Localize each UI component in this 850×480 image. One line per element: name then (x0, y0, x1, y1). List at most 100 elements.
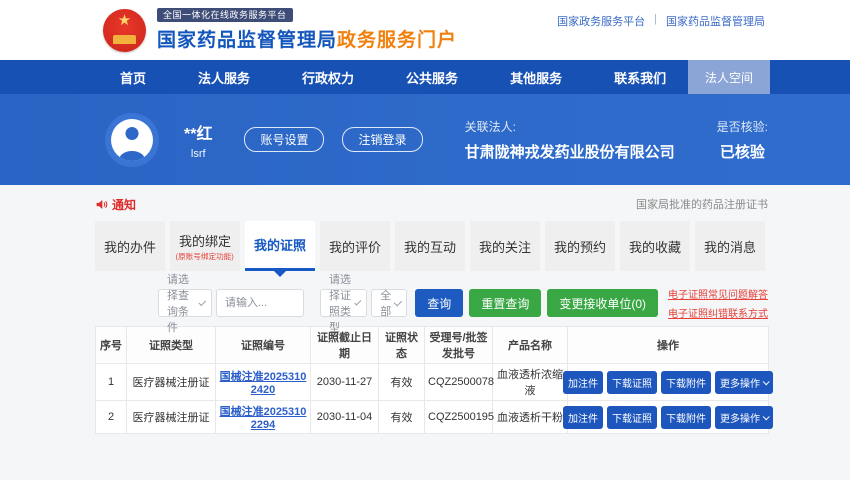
cell-accept-no: CQZ2500078 (425, 364, 493, 401)
verify-label: 是否核验: (717, 118, 768, 135)
national-emblem-logo: ★ (103, 9, 146, 52)
tab-my-binding-subtitle: (原账号绑定功能) (176, 252, 234, 261)
avatar-person-icon (111, 119, 153, 161)
tab-my-favorites[interactable]: 我的收藏 (620, 221, 690, 271)
change-receiver-button[interactable]: 变更接收单位(0) (547, 289, 658, 317)
nav-item-legal-services[interactable]: 法人服务 (198, 60, 250, 94)
more-actions-button[interactable]: 更多操作 (715, 406, 773, 429)
account-settings-button[interactable]: 账号设置 (244, 127, 324, 152)
add-note-button[interactable]: 加注件 (563, 371, 603, 394)
cert-type-select[interactable]: 请选择证照类型 (320, 289, 367, 317)
notice-right-text[interactable]: 国家局批准的药品注册证书 (636, 196, 768, 212)
speaker-icon (95, 198, 108, 211)
chevron-down-icon (355, 298, 362, 305)
user-id: lsrf (184, 148, 212, 160)
user-avatar[interactable] (105, 113, 159, 167)
cell-actions: 加注件 下载证照 下载附件 更多操作 (568, 364, 769, 401)
page: ★ 全国一体化在线政务服务平台 国家药品监督管理局政务服务门户 国家政务服务平台… (0, 0, 850, 480)
certificate-number-link[interactable]: 国械注准20253102420 (220, 371, 307, 396)
download-cert-button[interactable]: 下载证照 (607, 406, 657, 429)
platform-badge: 全国一体化在线政务服务平台 (157, 8, 293, 22)
tab-my-follows[interactable]: 我的关注 (470, 221, 540, 271)
user-name-block: **红 lsrf (184, 120, 212, 160)
verify-block: 是否核验: 已核验 (717, 118, 768, 162)
tab-my-certificates[interactable]: 我的证照 (245, 221, 315, 271)
col-header-no: 序号 (96, 327, 127, 364)
tab-my-reviews[interactable]: 我的评价 (320, 221, 390, 271)
main-nav: 首页 法人服务 行政权力 公共服务 其他服务 联系我们 法人空间 (0, 60, 850, 94)
site-title-agency: 国家药品监督管理局 (157, 30, 337, 51)
tab-my-messages[interactable]: 我的消息 (695, 221, 765, 271)
chevron-down-icon (199, 298, 206, 305)
table-row: 2 医疗器械注册证 国械注准20253102294 2030-11-04 有效 … (96, 401, 769, 434)
cell-status: 有效 (379, 401, 425, 434)
nav-item-home[interactable]: 首页 (120, 60, 146, 94)
top-header: ★ 全国一体化在线政务服务平台 国家药品监督管理局政务服务门户 国家政务服务平台… (0, 0, 850, 60)
nav-corp-space[interactable]: 法人空间 (688, 60, 770, 94)
legal-entity-name: 甘肃陇神戎发药业股份有限公司 (465, 141, 675, 162)
col-header-expire: 证照截止日期 (311, 327, 379, 364)
tab-my-applications[interactable]: 我的办件 (95, 221, 165, 271)
table-row: 1 医疗器械注册证 国械注准20253102420 2030-11-27 有效 … (96, 364, 769, 401)
col-header-actions: 操作 (568, 327, 769, 364)
ecert-faq-link[interactable]: 电子证照常见问题解答 (668, 286, 768, 301)
legal-entity-label: 关联法人: (465, 118, 675, 135)
ecert-links: 电子证照常见问题解答 电子证照纠错联系方式 (668, 286, 768, 320)
certificates-table: 序号 证照类型 证照编号 证照截止日期 证照状态 受理号/批签发批号 产品名称 … (95, 326, 769, 434)
col-header-status: 证照状态 (379, 327, 425, 364)
filter-bar: 请选择查询条件 请选择证照类型 全部 查询 重置查询 变更接收单位(0) 电子证… (158, 286, 768, 320)
download-attachment-button[interactable]: 下载附件 (661, 406, 711, 429)
logout-button[interactable]: 注销登录 (342, 127, 422, 152)
ecert-contact-link[interactable]: 电子证照纠错联系方式 (668, 305, 768, 320)
cell-expire: 2030-11-04 (311, 401, 379, 434)
cell-status: 有效 (379, 364, 425, 401)
query-condition-select[interactable]: 请选择查询条件 (158, 289, 212, 317)
nav-item-contact[interactable]: 联系我们 (614, 60, 666, 94)
reset-search-button[interactable]: 重置查询 (469, 289, 541, 317)
link-national-platform[interactable]: 国家政务服务平台 (557, 13, 645, 29)
cell-no: 1 (96, 364, 127, 401)
nav-item-admin-power[interactable]: 行政权力 (302, 60, 354, 94)
link-nmpa[interactable]: 国家药品监督管理局 (666, 13, 765, 29)
site-title-portal: 政务服务门户 (337, 30, 457, 51)
query-input[interactable] (216, 289, 304, 317)
tab-my-binding[interactable]: 我的绑定(原账号绑定功能) (170, 221, 240, 271)
search-button[interactable]: 查询 (415, 289, 463, 317)
chevron-down-icon (763, 413, 770, 420)
user-name: **红 (184, 120, 212, 144)
col-header-number: 证照编号 (216, 327, 311, 364)
site-title: 国家药品监督管理局政务服务门户 (157, 25, 457, 52)
tab-my-appointments[interactable]: 我的预约 (545, 221, 615, 271)
cell-number: 国械注准20253102294 (216, 401, 311, 434)
nav-item-other-services[interactable]: 其他服务 (510, 60, 562, 94)
cell-expire: 2030-11-27 (311, 364, 379, 401)
content-area: 通知 国家局批准的药品注册证书 我的办件 我的绑定(原账号绑定功能) 我的证照 … (0, 185, 850, 434)
cell-no: 2 (96, 401, 127, 434)
emblem-gate-icon (113, 35, 136, 44)
col-header-accept-no: 受理号/批签发批号 (425, 327, 493, 364)
download-cert-button[interactable]: 下载证照 (607, 371, 657, 394)
add-note-button[interactable]: 加注件 (563, 406, 603, 429)
cell-type: 医疗器械注册证 (127, 364, 216, 401)
certificate-number-link[interactable]: 国械注准20253102294 (220, 406, 307, 431)
nav-item-public-services[interactable]: 公共服务 (406, 60, 458, 94)
banner-info: 关联法人: 甘肃陇神戎发药业股份有限公司 是否核验: 已核验 (465, 118, 768, 162)
cell-accept-no: CQZ2500195 (425, 401, 493, 434)
tabs: 我的办件 我的绑定(原账号绑定功能) 我的证照 我的评价 我的互动 我的关注 我… (95, 221, 768, 271)
cell-number: 国械注准20253102420 (216, 364, 311, 401)
notice-label: 通知 (112, 196, 136, 213)
user-banner: **红 lsrf 账号设置 注销登录 关联法人: 甘肃陇神戎发药业股份有限公司 … (0, 94, 850, 185)
status-select[interactable]: 全部 (371, 289, 407, 317)
chevron-down-icon (393, 297, 401, 305)
notice-link[interactable]: 通知 (95, 196, 136, 213)
cell-product: 血液透析干粉 (493, 401, 568, 434)
legal-entity-block: 关联法人: 甘肃陇神戎发药业股份有限公司 (465, 118, 675, 162)
tab-my-interactions[interactable]: 我的互动 (395, 221, 465, 271)
cell-product: 血液透析浓缩液 (493, 364, 568, 401)
logo-text-block: 全国一体化在线政务服务平台 国家药品监督管理局政务服务门户 (157, 8, 457, 52)
top-links: 国家政务服务平台 | 国家药品监督管理局 (557, 13, 765, 29)
more-actions-button[interactable]: 更多操作 (715, 371, 773, 394)
emblem-star-icon: ★ (103, 13, 146, 28)
download-attachment-button[interactable]: 下载附件 (661, 371, 711, 394)
col-header-product: 产品名称 (493, 327, 568, 364)
